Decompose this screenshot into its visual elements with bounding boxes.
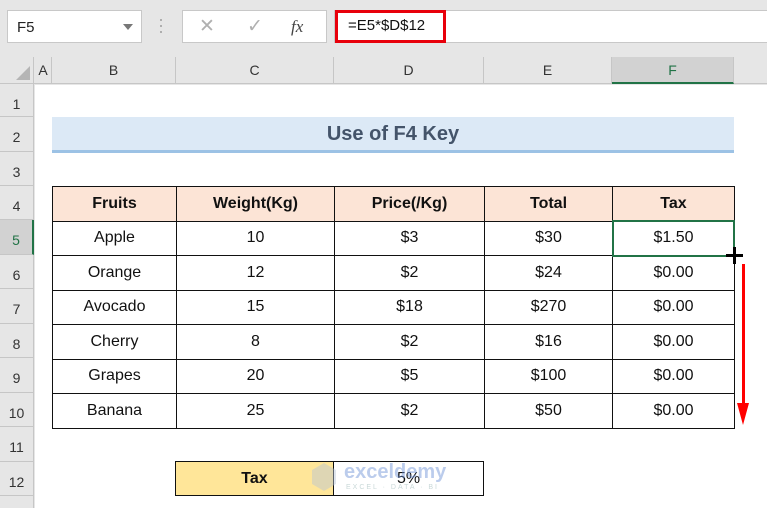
cell-tax[interactable]: $0.00: [612, 393, 735, 429]
title-cell[interactable]: Use of F4 Key: [52, 117, 734, 153]
table-row: Grapes 20 $5 $100 $0.00: [52, 358, 735, 394]
row-header-3[interactable]: 3: [0, 152, 34, 186]
chevron-down-icon[interactable]: [123, 24, 133, 30]
cell-tax[interactable]: $1.50: [612, 220, 735, 256]
cell-price[interactable]: $18: [334, 289, 485, 325]
cell-weight[interactable]: 8: [176, 324, 335, 360]
row-header-13[interactable]: [0, 496, 34, 508]
cell-total[interactable]: $100: [484, 358, 613, 394]
cell-fruit[interactable]: Grapes: [52, 358, 177, 394]
drag-down-arrow-icon: [742, 264, 745, 406]
tax-rate-label[interactable]: Tax: [175, 461, 334, 496]
header-fruits[interactable]: Fruits: [52, 186, 177, 222]
sheet-title: Use of F4 Key: [326, 123, 460, 145]
header-total[interactable]: Total: [484, 186, 613, 222]
check-icon[interactable]: ✓: [247, 15, 263, 38]
name-box-value: F5: [17, 19, 35, 36]
formula-buttons: ✕ ✓ fx: [182, 10, 327, 43]
cell-tax[interactable]: $0.00: [612, 358, 735, 394]
column-headers: A B C D E F: [0, 57, 767, 84]
fill-handle-crosshair-icon[interactable]: [726, 247, 743, 264]
row-header-9[interactable]: 9: [0, 358, 34, 393]
column-header-a[interactable]: A: [35, 57, 52, 84]
cell-price[interactable]: $2: [334, 393, 485, 429]
cell-fruit[interactable]: Banana: [52, 393, 177, 429]
cell-weight[interactable]: 20: [176, 358, 335, 394]
drag-handle-icon[interactable]: [160, 17, 162, 35]
row-header-7[interactable]: 7: [0, 289, 34, 324]
cell-fruit[interactable]: Avocado: [52, 289, 177, 325]
insert-function-icon[interactable]: fx: [291, 17, 303, 37]
row-header-1[interactable]: 1: [0, 84, 34, 117]
tax-rate-value[interactable]: 5%: [333, 461, 484, 496]
table-row: Orange 12 $2 $24 $0.00: [52, 255, 735, 291]
row-header-8[interactable]: 8: [0, 324, 34, 358]
table-row: Cherry 8 $2 $16 $0.00: [52, 324, 735, 360]
cell-tax[interactable]: $0.00: [612, 255, 735, 291]
cell-price[interactable]: $3: [334, 220, 485, 256]
cell-weight[interactable]: 12: [176, 255, 335, 291]
column-header-c[interactable]: C: [176, 57, 334, 84]
row-header-11[interactable]: 11: [0, 427, 34, 462]
table-row: Avocado 15 $18 $270 $0.00: [52, 289, 735, 325]
table-row: Banana 25 $2 $50 $0.00: [52, 393, 735, 429]
column-header-e[interactable]: E: [484, 57, 612, 84]
cell-total[interactable]: $50: [484, 393, 613, 429]
arrow-head-icon: [737, 403, 749, 425]
cell-price[interactable]: $2: [334, 255, 485, 291]
row-header-5[interactable]: 5: [0, 220, 34, 255]
formula-bar: F5 ✕ ✓ fx =E5*$D$12: [0, 0, 767, 55]
row-header-10[interactable]: 10: [0, 393, 34, 427]
formula-text[interactable]: =E5*$D$12: [348, 17, 425, 34]
cell-total[interactable]: $24: [484, 255, 613, 291]
header-weight[interactable]: Weight(Kg): [176, 186, 335, 222]
cell-price[interactable]: $2: [334, 324, 485, 360]
fruits-table: Fruits Weight(Kg) Price(/Kg) Total Tax A…: [52, 186, 735, 429]
cell-fruit[interactable]: Orange: [52, 255, 177, 291]
select-all-button[interactable]: [0, 57, 34, 84]
cell-fruit[interactable]: Apple: [52, 220, 177, 256]
column-header-d[interactable]: D: [334, 57, 484, 84]
cell-tax[interactable]: $0.00: [612, 289, 735, 325]
cell-weight[interactable]: 15: [176, 289, 335, 325]
row-header-4[interactable]: 4: [0, 186, 34, 220]
row-headers: 1 2 3 4 5 6 7 8 9 10 11 12: [0, 84, 34, 508]
cell-price[interactable]: $5: [334, 358, 485, 394]
cell-weight[interactable]: 25: [176, 393, 335, 429]
name-box[interactable]: F5: [7, 10, 142, 43]
column-header-b[interactable]: B: [52, 57, 176, 84]
cell-weight[interactable]: 10: [176, 220, 335, 256]
cell-tax[interactable]: $0.00: [612, 324, 735, 360]
table-row: Apple 10 $3 $30 $1.50: [52, 220, 735, 256]
table-header-row: Fruits Weight(Kg) Price(/Kg) Total Tax: [52, 186, 735, 222]
cell-total[interactable]: $270: [484, 289, 613, 325]
cell-total[interactable]: $30: [484, 220, 613, 256]
cell-fruit[interactable]: Cherry: [52, 324, 177, 360]
row-header-2[interactable]: 2: [0, 117, 34, 152]
column-header-f[interactable]: F: [612, 57, 734, 84]
cancel-icon[interactable]: ✕: [199, 15, 215, 38]
header-tax[interactable]: Tax: [612, 186, 735, 222]
cell-total[interactable]: $16: [484, 324, 613, 360]
row-header-12[interactable]: 12: [0, 462, 34, 496]
header-price[interactable]: Price(/Kg): [334, 186, 485, 222]
select-all-icon: [16, 66, 30, 80]
row-header-6[interactable]: 6: [0, 255, 34, 289]
